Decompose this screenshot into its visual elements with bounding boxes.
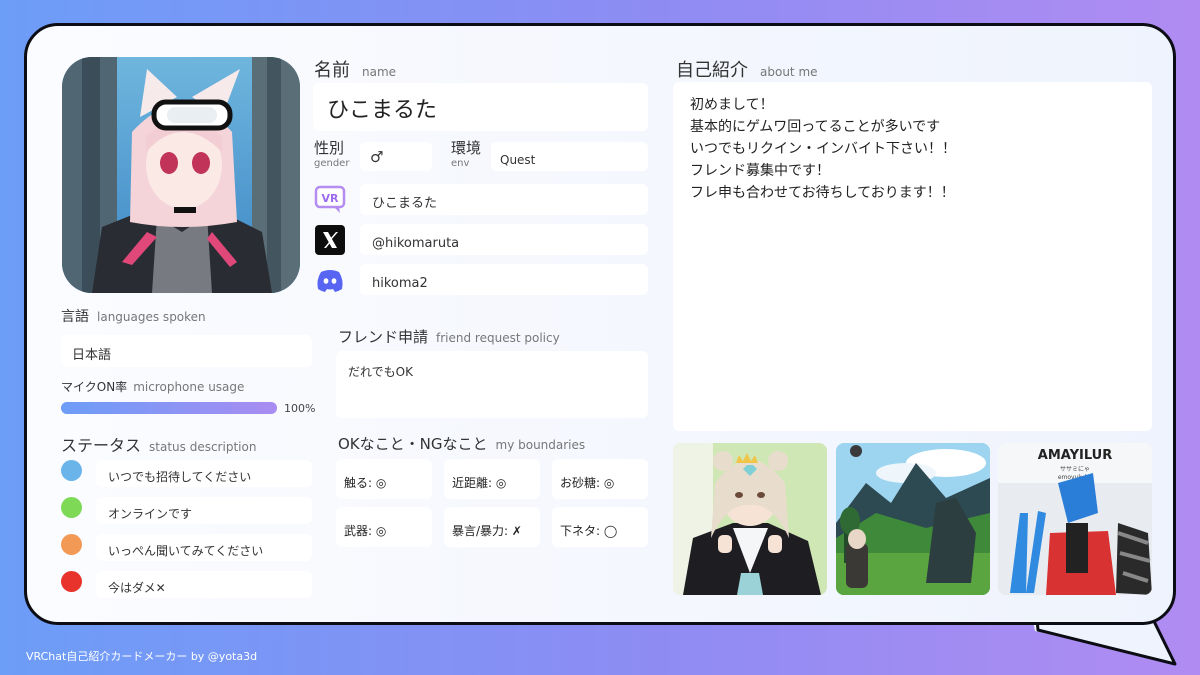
env-value: Quest xyxy=(500,153,536,167)
vrchat-name-field: ひこまるた xyxy=(360,184,648,215)
boundary-item: 暴言/暴力: ✗ xyxy=(444,507,540,547)
photo-sign-sub: ササミにゃ xyxy=(1060,466,1090,473)
mic-usage-bar xyxy=(61,402,277,414)
boundary-item: お砂糖: ◎ xyxy=(552,459,648,499)
status-heading: ステータス status description xyxy=(61,436,257,455)
photo-robot-avatar: AMAYILUR ササミにゃ emoyuk_kd xyxy=(998,443,1152,595)
x-logo-icon xyxy=(315,225,345,255)
mic-usage-fill xyxy=(61,402,277,414)
env-field: Quest xyxy=(491,142,648,171)
status-dot-red xyxy=(61,571,82,592)
env-heading: 環境 env xyxy=(451,139,482,169)
svg-text:VR: VR xyxy=(322,192,340,205)
boundary-item: 触る: ◎ xyxy=(336,459,432,499)
status-item: いっぺん聞いてみてください xyxy=(96,534,312,561)
boundary-item: 下ネタ: ◯ xyxy=(552,507,648,547)
languages-value: 日本語 xyxy=(72,348,112,363)
photo-sign-title: AMAYILUR xyxy=(1038,448,1112,463)
photo-mountain-landscape xyxy=(836,443,990,595)
vrchat-logo-icon: VR xyxy=(314,185,346,213)
friend-policy-field: だれでもOK xyxy=(336,351,648,418)
footer-credit: VRChat自己紹介カードメーカー by @yota3d xyxy=(26,650,258,663)
name-heading: 名前 name xyxy=(314,60,397,81)
friend-heading: フレンド申請 friend request policy xyxy=(338,328,560,346)
about-heading: 自己紹介 about me xyxy=(676,60,818,81)
languages-field: 日本語 xyxy=(61,335,312,367)
name-field: ひこまるた xyxy=(313,83,648,131)
status-item: オンラインです xyxy=(96,497,312,524)
mic-percent: 100% xyxy=(284,402,316,415)
status-item: いつでも招待してください xyxy=(96,460,312,487)
gender-value: ♂ xyxy=(370,148,384,166)
gender-field: ♂ xyxy=(360,142,432,171)
boundaries-heading: OKなこと・NGなこと my boundaries xyxy=(338,435,586,453)
boundary-item: 武器: ◎ xyxy=(336,507,432,547)
about-me-text: 初めまして！ 基本的にゲムワ回ってることが多いです いつでもリクイン・インバイト… xyxy=(673,82,1152,431)
status-dot-blue xyxy=(61,460,82,481)
status-item: 今はダメ✕ xyxy=(96,571,312,598)
photo-avatar-selfie xyxy=(673,443,827,595)
x-handle-field: @hikomaruta xyxy=(360,224,648,255)
mic-heading: マイクON率 microphone usage xyxy=(61,380,245,394)
status-dot-orange xyxy=(61,534,82,555)
boundary-item: 近距離: ◎ xyxy=(444,459,540,499)
avatar-portrait xyxy=(62,57,300,293)
gender-heading: 性別 gender xyxy=(314,139,350,169)
name-value: ひこまるた xyxy=(327,98,438,123)
discord-id-field: hikoma2 xyxy=(360,264,648,295)
languages-heading: 言語 languages spoken xyxy=(61,309,206,325)
status-dot-green xyxy=(61,497,82,518)
discord-logo-icon xyxy=(317,270,343,292)
